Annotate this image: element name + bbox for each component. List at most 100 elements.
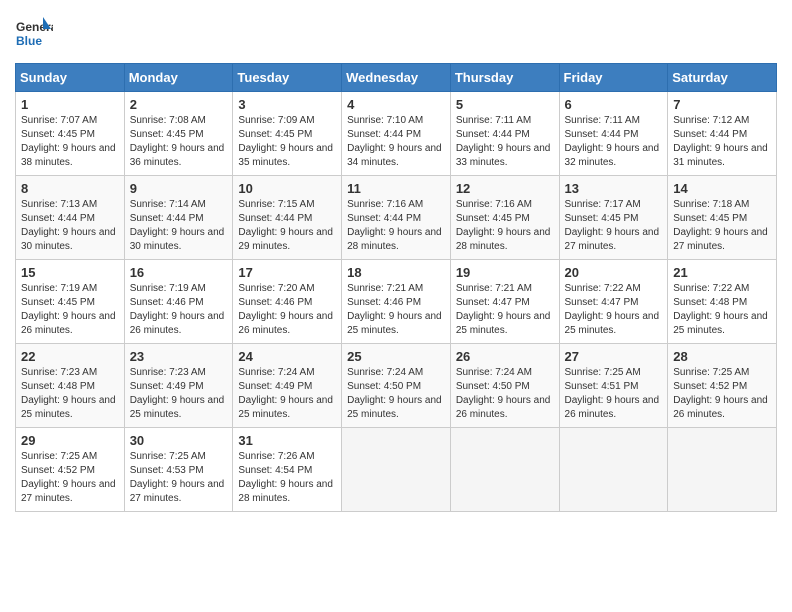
day-info: Sunrise: 7:20 AMSunset: 4:46 PMDaylight:… (238, 282, 336, 338)
day-number: 11 (347, 181, 445, 196)
day-number: 22 (21, 349, 119, 364)
calendar-cell: 23 Sunrise: 7:23 AMSunset: 4:49 PMDayligh… (124, 344, 233, 428)
day-number: 5 (456, 97, 554, 112)
weekday-header-tuesday: Tuesday (233, 64, 342, 92)
logo-container: General Blue (15, 15, 53, 53)
calendar-header: SundayMondayTuesdayWednesdayThursdayFrid… (16, 64, 777, 92)
day-info: Sunrise: 7:23 AMSunset: 4:48 PMDaylight:… (21, 366, 119, 422)
calendar-cell: 6 Sunrise: 7:11 AMSunset: 4:44 PMDaylight… (559, 92, 668, 176)
day-info: Sunrise: 7:14 AMSunset: 4:44 PMDaylight:… (130, 198, 228, 254)
calendar-cell: 8Sunrise: 7:13 AMSunset: 4:44 PMDaylight… (16, 176, 125, 260)
weekday-header-thursday: Thursday (450, 64, 559, 92)
calendar-cell: 31Sunrise: 7:26 AMSunset: 4:54 PMDayligh… (233, 428, 342, 512)
day-number: 14 (673, 181, 771, 196)
calendar-cell: 28 Sunrise: 7:25 AMSunset: 4:52 PMDayligh… (668, 344, 777, 428)
day-number: 25 (347, 349, 445, 364)
weekday-header-monday: Monday (124, 64, 233, 92)
day-info: Sunrise: 7:15 AMSunset: 4:44 PMDaylight:… (238, 198, 336, 254)
calendar-cell: 16Sunrise: 7:19 AMSunset: 4:46 PMDayligh… (124, 260, 233, 344)
day-info: Sunrise: 7:13 AMSunset: 4:44 PMDaylight:… (21, 198, 119, 254)
day-number: 17 (238, 265, 336, 280)
calendar-week-row: 8Sunrise: 7:13 AMSunset: 4:44 PMDaylight… (16, 176, 777, 260)
day-info: Sunrise: 7:12 AMSunset: 4:44 PMDaylight:… (673, 114, 771, 170)
weekday-header-sunday: Sunday (16, 64, 125, 92)
calendar-cell (559, 428, 668, 512)
logo-icon: General Blue (15, 15, 53, 53)
day-info: Sunrise: 7:18 AMSunset: 4:45 PMDaylight:… (673, 198, 771, 254)
calendar-cell: 25 Sunrise: 7:24 AMSunset: 4:50 PMDayligh… (342, 344, 451, 428)
day-info: Sunrise: 7:16 AMSunset: 4:44 PMDaylight:… (347, 198, 445, 254)
day-number: 19 (456, 265, 554, 280)
day-number: 1 (21, 97, 119, 112)
calendar-cell: 27Sunrise: 7:25 AMSunset: 4:51 PMDayligh… (559, 344, 668, 428)
day-info: Sunrise: 7:23 AMSunset: 4:49 PMDaylight:… (130, 366, 228, 422)
day-info: Sunrise: 7:22 AMSunset: 4:47 PMDaylight:… (565, 282, 663, 338)
calendar-week-row: 1 Sunrise: 7:07 AMSunset: 4:45 PMDaylight… (16, 92, 777, 176)
day-number: 21 (673, 265, 771, 280)
calendar-cell: 17 Sunrise: 7:20 AMSunset: 4:46 PMDayligh… (233, 260, 342, 344)
day-info: Sunrise: 7:19 AMSunset: 4:45 PMDaylight:… (21, 282, 119, 338)
weekday-header-wednesday: Wednesday (342, 64, 451, 92)
calendar-cell: 14 Sunrise: 7:18 AMSunset: 4:45 PMDayligh… (668, 176, 777, 260)
day-number: 28 (673, 349, 771, 364)
calendar-cell: 5 Sunrise: 7:11 AMSunset: 4:44 PMDaylight… (450, 92, 559, 176)
day-info: Sunrise: 7:11 AMSunset: 4:44 PMDaylight:… (456, 114, 554, 170)
weekday-header-saturday: Saturday (668, 64, 777, 92)
calendar-cell: 15 Sunrise: 7:19 AMSunset: 4:45 PMDayligh… (16, 260, 125, 344)
day-number: 18 (347, 265, 445, 280)
day-info: Sunrise: 7:24 AMSunset: 4:49 PMDaylight:… (238, 366, 336, 422)
calendar-cell: 12 Sunrise: 7:16 AMSunset: 4:45 PMDayligh… (450, 176, 559, 260)
calendar-table: SundayMondayTuesdayWednesdayThursdayFrid… (15, 63, 777, 512)
day-info: Sunrise: 7:22 AMSunset: 4:48 PMDaylight:… (673, 282, 771, 338)
header: General Blue (15, 15, 777, 53)
calendar-cell (668, 428, 777, 512)
day-number: 13 (565, 181, 663, 196)
day-number: 3 (238, 97, 336, 112)
day-number: 6 (565, 97, 663, 112)
calendar-cell (450, 428, 559, 512)
day-number: 24 (238, 349, 336, 364)
day-number: 29 (21, 433, 119, 448)
logo: General Blue (15, 15, 53, 53)
calendar-cell: 1 Sunrise: 7:07 AMSunset: 4:45 PMDaylight… (16, 92, 125, 176)
day-info: Sunrise: 7:21 AMSunset: 4:47 PMDaylight:… (456, 282, 554, 338)
day-number: 9 (130, 181, 228, 196)
calendar-cell: 26Sunrise: 7:24 AMSunset: 4:50 PMDayligh… (450, 344, 559, 428)
day-number: 23 (130, 349, 228, 364)
day-number: 4 (347, 97, 445, 112)
calendar-cell: 18 Sunrise: 7:21 AMSunset: 4:46 PMDayligh… (342, 260, 451, 344)
calendar-cell: 10Sunrise: 7:15 AMSunset: 4:44 PMDayligh… (233, 176, 342, 260)
day-info: Sunrise: 7:08 AMSunset: 4:45 PMDaylight:… (130, 114, 228, 170)
calendar-week-row: 22 Sunrise: 7:23 AMSunset: 4:48 PMDayligh… (16, 344, 777, 428)
day-info: Sunrise: 7:25 AMSunset: 4:52 PMDaylight:… (673, 366, 771, 422)
calendar-cell: 24 Sunrise: 7:24 AMSunset: 4:49 PMDayligh… (233, 344, 342, 428)
day-number: 31 (238, 433, 336, 448)
day-number: 12 (456, 181, 554, 196)
calendar-cell: 22 Sunrise: 7:23 AMSunset: 4:48 PMDayligh… (16, 344, 125, 428)
day-info: Sunrise: 7:19 AMSunset: 4:46 PMDaylight:… (130, 282, 228, 338)
calendar-week-row: 15 Sunrise: 7:19 AMSunset: 4:45 PMDayligh… (16, 260, 777, 344)
day-number: 15 (21, 265, 119, 280)
svg-text:Blue: Blue (16, 34, 42, 48)
day-info: Sunrise: 7:07 AMSunset: 4:45 PMDaylight:… (21, 114, 119, 170)
day-number: 26 (456, 349, 554, 364)
calendar-cell: 2Sunrise: 7:08 AMSunset: 4:45 PMDaylight… (124, 92, 233, 176)
calendar-cell: 4Sunrise: 7:10 AMSunset: 4:44 PMDaylight… (342, 92, 451, 176)
day-info: Sunrise: 7:25 AMSunset: 4:52 PMDaylight:… (21, 450, 119, 506)
day-info: Sunrise: 7:21 AMSunset: 4:46 PMDaylight:… (347, 282, 445, 338)
calendar-week-row: 29 Sunrise: 7:25 AMSunset: 4:52 PMDayligh… (16, 428, 777, 512)
weekday-header-row: SundayMondayTuesdayWednesdayThursdayFrid… (16, 64, 777, 92)
calendar-cell: 13Sunrise: 7:17 AMSunset: 4:45 PMDayligh… (559, 176, 668, 260)
calendar-cell: 30 Sunrise: 7:25 AMSunset: 4:53 PMDayligh… (124, 428, 233, 512)
weekday-header-friday: Friday (559, 64, 668, 92)
day-info: Sunrise: 7:16 AMSunset: 4:45 PMDaylight:… (456, 198, 554, 254)
calendar-cell: 3 Sunrise: 7:09 AMSunset: 4:45 PMDaylight… (233, 92, 342, 176)
day-number: 30 (130, 433, 228, 448)
day-info: Sunrise: 7:25 AMSunset: 4:53 PMDaylight:… (130, 450, 228, 506)
calendar-cell: 21 Sunrise: 7:22 AMSunset: 4:48 PMDayligh… (668, 260, 777, 344)
day-info: Sunrise: 7:09 AMSunset: 4:45 PMDaylight:… (238, 114, 336, 170)
day-info: Sunrise: 7:24 AMSunset: 4:50 PMDaylight:… (347, 366, 445, 422)
calendar-cell: 7Sunrise: 7:12 AMSunset: 4:44 PMDaylight… (668, 92, 777, 176)
day-info: Sunrise: 7:11 AMSunset: 4:44 PMDaylight:… (565, 114, 663, 170)
calendar-cell (342, 428, 451, 512)
